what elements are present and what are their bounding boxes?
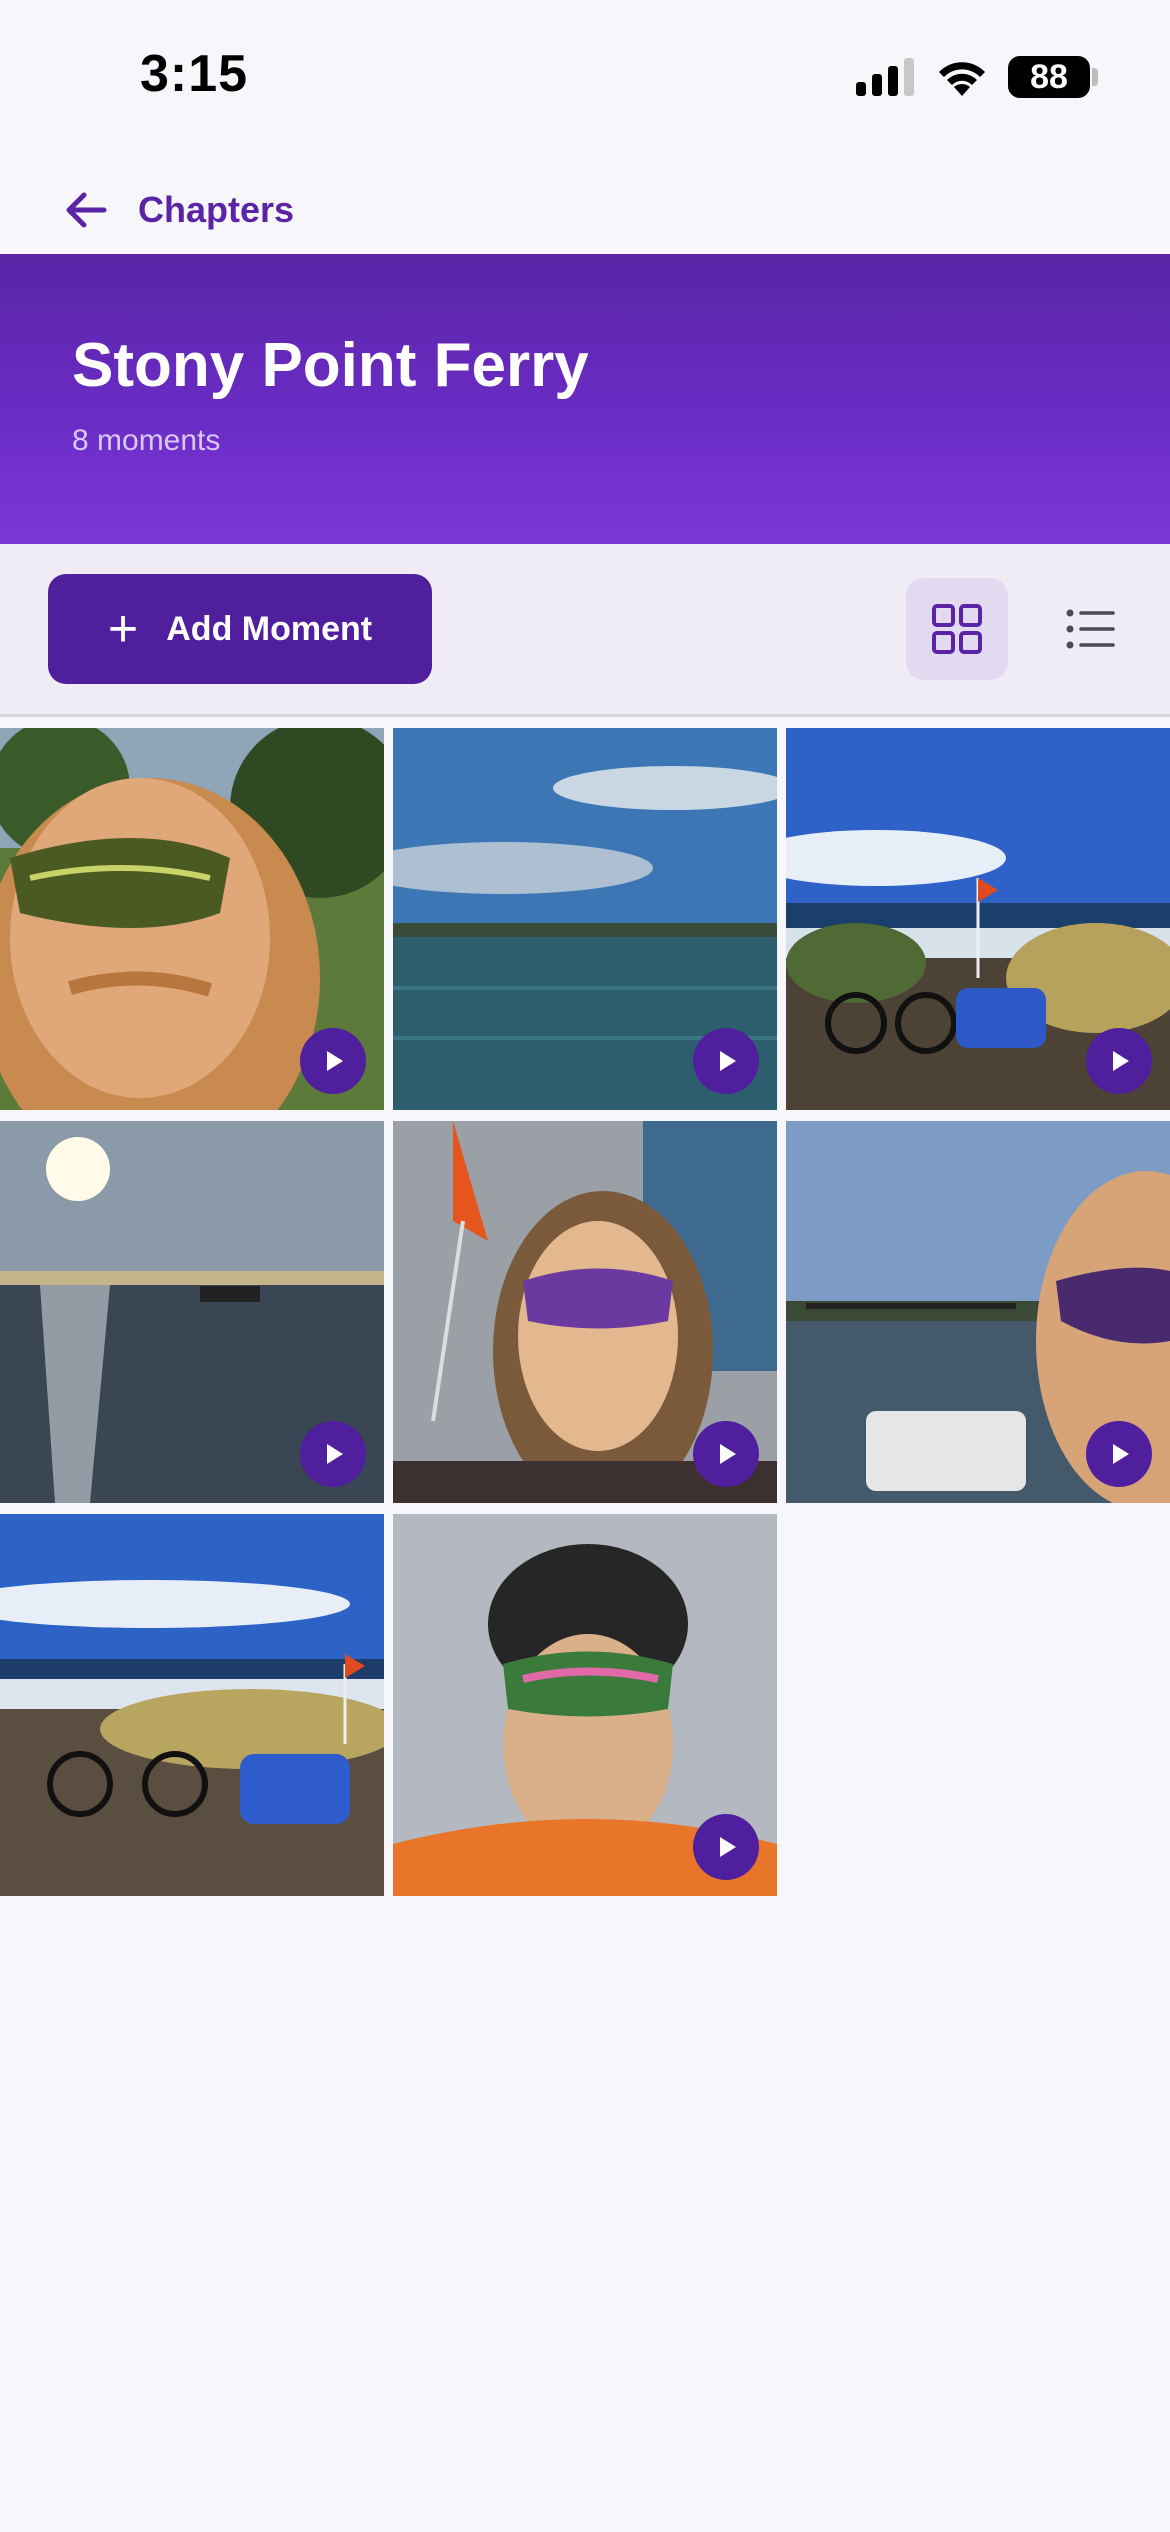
grid-view-icon [932, 604, 982, 654]
back-label: Chapters [138, 189, 295, 230]
list-view-icon [1066, 609, 1115, 649]
battery-nub [1092, 68, 1098, 86]
status-bar: 3:15 88 [0, 0, 1170, 150]
moment-tile[interactable] [393, 728, 777, 1110]
back-to-chapters-button[interactable]: Chapters [60, 180, 294, 240]
moment-tile[interactable] [0, 1121, 384, 1503]
cellular-signal-icon [856, 58, 916, 96]
moment-tile[interactable] [393, 1514, 777, 1896]
moment-tile[interactable] [0, 1514, 384, 1896]
moment-tile[interactable] [786, 1121, 1170, 1503]
play-icon [300, 1028, 366, 1094]
list-view-toggle[interactable] [1040, 578, 1142, 680]
moment-count: 8 moments [72, 424, 221, 457]
page-title: Stony Point Ferry [72, 331, 589, 400]
play-icon [693, 1028, 759, 1094]
chapter-header: Stony Point Ferry 8 moments [0, 254, 1170, 544]
battery-icon: 88 [1008, 56, 1090, 98]
moment-tile[interactable] [786, 728, 1170, 1110]
toolbar: + Add Moment [0, 544, 1170, 717]
back-arrow-icon [66, 192, 107, 228]
status-time: 3:15 [140, 45, 249, 103]
moment-thumbnail [0, 1514, 384, 1896]
play-icon [693, 1814, 759, 1880]
wifi-icon [939, 62, 985, 96]
add-moment-label: Add Moment [166, 609, 373, 648]
moment-tile[interactable] [393, 1121, 777, 1503]
play-icon [693, 1421, 759, 1487]
play-icon [1086, 1028, 1152, 1094]
play-icon [1086, 1421, 1152, 1487]
moment-tile[interactable] [0, 728, 384, 1110]
add-moment-button[interactable]: + Add Moment [48, 574, 432, 684]
plus-icon: + [107, 600, 139, 658]
play-icon [300, 1421, 366, 1487]
grid-view-toggle[interactable] [906, 578, 1008, 680]
